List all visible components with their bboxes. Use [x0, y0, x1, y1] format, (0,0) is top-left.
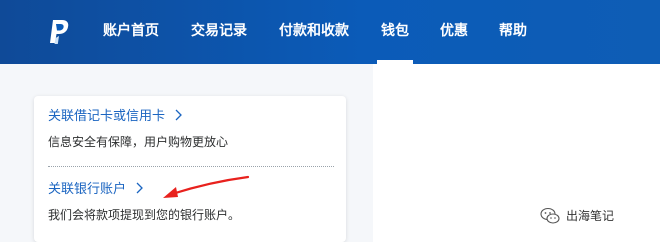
- link-card-description: 信息安全有保障，用户购物更放心: [48, 135, 229, 149]
- paypal-logo-icon[interactable]: [48, 19, 70, 45]
- divider: [48, 166, 334, 167]
- link-bank-description: 我们会将款项提现到您的银行账户。: [48, 208, 241, 222]
- top-navigation-bar: 账户首页 交易记录 付款和收款 钱包 优惠 帮助: [0, 0, 660, 64]
- chevron-right-icon: [136, 182, 144, 194]
- link-bank-link[interactable]: 关联银行账户: [48, 182, 144, 198]
- nav-item-offers[interactable]: 优惠: [440, 22, 468, 40]
- nav-item-account-home[interactable]: 账户首页: [103, 22, 159, 40]
- wechat-icon: [540, 207, 560, 224]
- link-bank-label: 关联银行账户: [48, 182, 127, 197]
- nav-item-transactions[interactable]: 交易记录: [191, 22, 247, 40]
- red-arrow-icon: [163, 175, 250, 198]
- link-card-label: 关联借记卡或信用卡: [48, 109, 166, 124]
- nav-item-wallet[interactable]: 钱包: [377, 22, 413, 64]
- link-accounts-card: 关联借记卡或信用卡 信息安全有保障，用户购物更放心 关联银行账户 我们会将款项提…: [34, 96, 346, 242]
- watermark-text: 出海笔记: [566, 209, 615, 223]
- nav-item-send-and-request[interactable]: 付款和收款: [279, 22, 349, 40]
- nav-item-help[interactable]: 帮助: [499, 22, 527, 40]
- watermark: 出海笔记: [540, 205, 650, 227]
- link-card-link[interactable]: 关联借记卡或信用卡: [48, 109, 183, 125]
- chevron-right-icon: [175, 109, 183, 121]
